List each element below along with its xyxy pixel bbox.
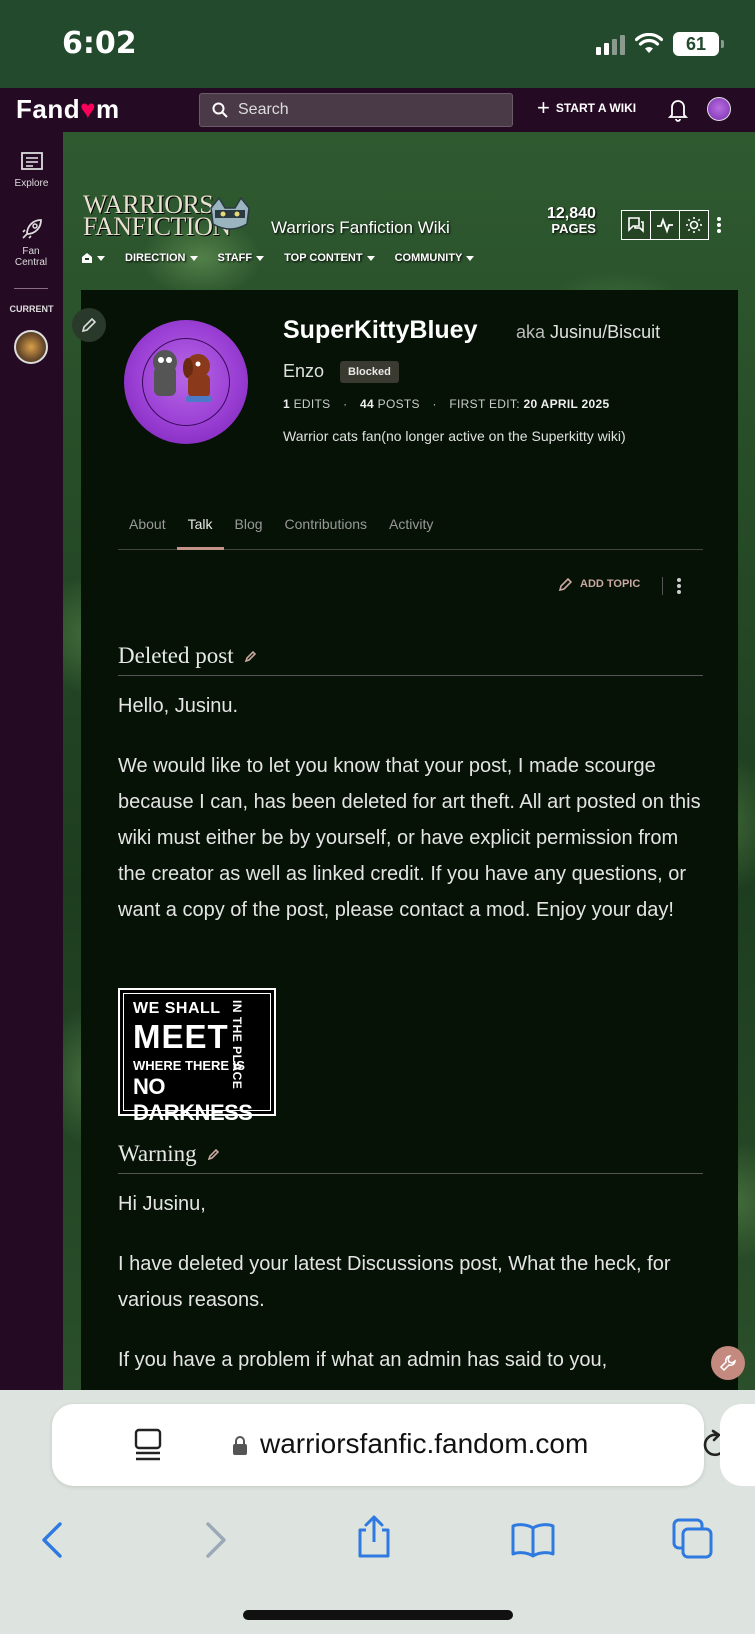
start-a-wiki-button[interactable]: + START A WIKI	[537, 95, 636, 120]
profile-tabs: About Talk Blog Contributions Activity	[118, 508, 703, 550]
section-heading-warning: Warning	[118, 1141, 703, 1174]
bell-icon[interactable]	[668, 97, 688, 123]
rocket-icon	[21, 219, 42, 239]
discussions-icon	[628, 217, 644, 233]
left-rail: Explore Fan Central CURRENT	[0, 132, 63, 1390]
tabs-icon[interactable]	[672, 1518, 714, 1560]
activity-button[interactable]	[650, 210, 680, 240]
fandom-heart-icon: ♥	[80, 94, 97, 124]
paragraph: Hello, Jusinu.	[118, 695, 239, 717]
posts-link[interactable]: POSTS	[378, 397, 420, 411]
browser-chrome: warriorsfanfic.fandom.com	[0, 1390, 755, 1634]
wiki-menu-community[interactable]: COMMUNITY	[395, 252, 475, 264]
more-vertical-icon	[717, 217, 721, 233]
paragraph: I have deleted your latest Discussions p…	[118, 1253, 671, 1311]
search-icon	[212, 102, 228, 118]
rail-explore[interactable]: Explore	[0, 152, 63, 189]
rail-current-label: CURRENT	[9, 304, 54, 314]
paragraph: Hi Jusinu,	[118, 1193, 206, 1215]
back-icon[interactable]	[40, 1520, 64, 1560]
discussions-button[interactable]	[621, 210, 651, 240]
tab-about[interactable]: About	[118, 508, 177, 550]
blocked-badge: Blocked	[340, 361, 399, 383]
tab-activity[interactable]: Activity	[378, 508, 444, 550]
wiki-menu: DIRECTION STAFF TOP CONTENT COMMUNITY	[81, 252, 494, 264]
wiki-name[interactable]: Warriors Fanfiction Wiki	[271, 218, 450, 238]
profile-aka-continued: Enzo	[283, 361, 325, 381]
edit-section-icon[interactable]	[207, 1147, 221, 1161]
section-heading-deleted-post: Deleted post	[118, 643, 703, 676]
fandom-global-nav: Fand♥m + START A WIKI	[0, 88, 755, 132]
edit-profile-button[interactable]	[72, 308, 106, 342]
wiki-header: WARRIORS FANFICTION Warriors Fanfiction …	[63, 132, 755, 292]
pencil-icon	[81, 317, 97, 333]
rail-fan-central[interactable]: Fan Central	[0, 218, 63, 268]
share-icon[interactable]	[356, 1514, 392, 1560]
tab-talk[interactable]: Talk	[176, 508, 224, 550]
url-text: warriorsfanfic.fandom.com	[260, 1428, 589, 1459]
wiki-tools	[621, 210, 729, 240]
admin-tools-button[interactable]	[711, 1346, 745, 1380]
status-bar: 6:02 61	[0, 0, 755, 88]
paragraph: If you have a problem if what an admin h…	[118, 1349, 608, 1371]
profile-username: SuperKittyBluey	[283, 316, 478, 344]
activity-icon	[657, 217, 673, 234]
search-box[interactable]	[199, 93, 513, 127]
wrench-icon	[719, 1355, 736, 1372]
edit-section-icon[interactable]	[244, 649, 258, 663]
address-bar[interactable]: warriorsfanfic.fandom.com	[52, 1404, 727, 1486]
profile-avatar	[124, 320, 248, 444]
current-wiki-icon[interactable]	[14, 330, 48, 364]
search-input[interactable]	[238, 101, 488, 119]
talk-more-icon[interactable]	[676, 577, 682, 595]
tab-contributions[interactable]: Contributions	[274, 508, 379, 550]
signature-image: WE SHALL MEET IN THE PLACE WHERE THERE I…	[118, 988, 276, 1125]
home-icon	[82, 253, 92, 263]
signal-icon	[596, 33, 625, 55]
fandom-logo[interactable]: Fand♥m	[16, 94, 120, 125]
avatar-characters-icon	[153, 350, 212, 402]
wiki-menu-top-content[interactable]: TOP CONTENT	[284, 252, 375, 264]
paragraph: We would like to let you know that your …	[118, 755, 701, 921]
lock-icon	[233, 1436, 247, 1455]
wifi-icon	[635, 33, 663, 53]
wiki-page-count: 12,840 PAGES	[547, 205, 596, 237]
status-time: 6:02	[62, 26, 137, 61]
theme-toggle-button[interactable]	[679, 210, 709, 240]
explore-icon	[20, 152, 43, 170]
profile-bio: Warrior cats fan(no longer active on the…	[283, 428, 626, 444]
home-indicator	[243, 1610, 513, 1620]
user-avatar[interactable]	[707, 97, 731, 121]
next-tab-preview[interactable]	[720, 1404, 755, 1486]
wiki-menu-home[interactable]	[81, 252, 105, 264]
wiki-menu-direction[interactable]: DIRECTION	[125, 252, 198, 264]
battery-icon: 61	[673, 32, 724, 56]
plus-icon: +	[537, 95, 550, 120]
pencil-icon	[558, 577, 573, 592]
forward-icon[interactable]	[204, 1520, 228, 1560]
profile-aka: aka Jusinu/Biscuit	[516, 322, 661, 342]
bookmarks-icon[interactable]	[510, 1522, 556, 1558]
sun-icon	[686, 217, 702, 233]
tab-blog[interactable]: Blog	[224, 508, 274, 550]
wiki-mascot-icon	[210, 196, 250, 230]
edits-link[interactable]: EDITS	[294, 397, 331, 411]
add-topic-button[interactable]: ADD TOPIC	[558, 576, 640, 592]
profile-stats: 1 EDITS · 44 POSTS · FIRST EDIT: 20 APRI…	[283, 397, 610, 411]
wiki-more-button[interactable]	[709, 210, 729, 240]
reader-mode-icon[interactable]	[134, 1428, 162, 1462]
wiki-menu-staff[interactable]: STAFF	[218, 252, 265, 264]
browser-toolbar	[0, 1500, 755, 1580]
